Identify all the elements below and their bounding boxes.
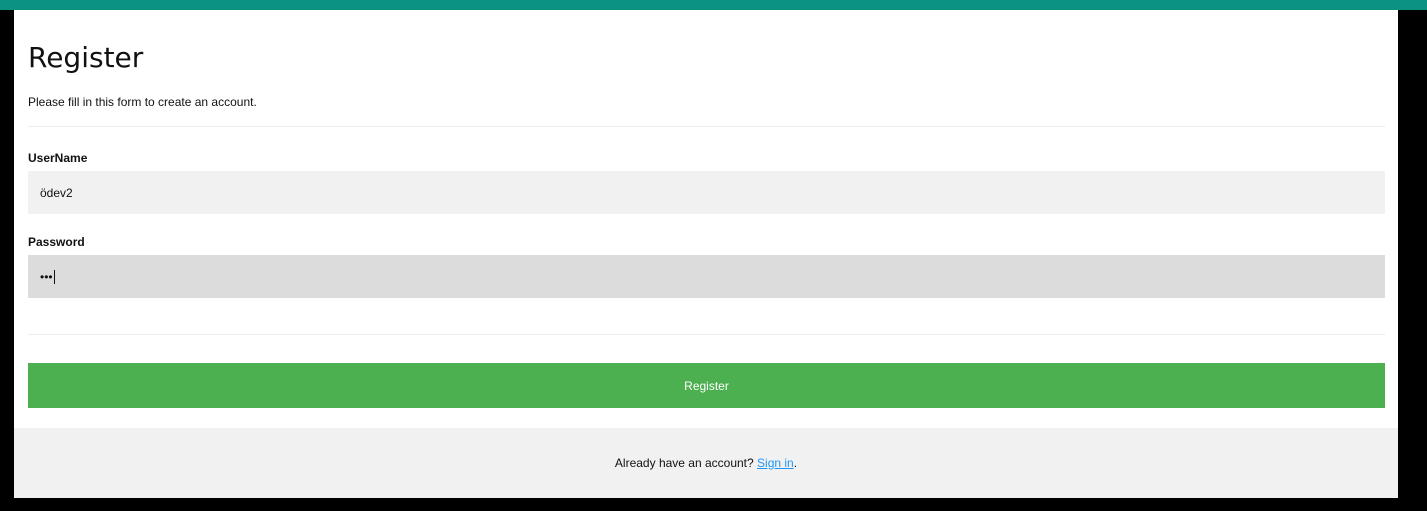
page-title: Register [28, 41, 144, 74]
password-masked-value: ••• [40, 269, 53, 284]
sign-in-link[interactable]: Sign in [757, 456, 794, 470]
footer-trailing-period: . [793, 456, 798, 470]
footer-text: Already have an account? [614, 456, 758, 470]
username-input[interactable] [28, 171, 1385, 214]
form-subtitle: Please fill in this form to create an ac… [28, 95, 257, 109]
text-caret [53, 269, 55, 284]
username-label: UserName [28, 151, 88, 165]
password-input[interactable]: ••• [28, 255, 1385, 298]
register-button[interactable]: Register [28, 363, 1385, 408]
password-label: Password [28, 235, 85, 249]
divider-bottom [28, 334, 1385, 335]
divider-top [28, 126, 1385, 127]
register-card: Register Please fill in this form to cre… [14, 10, 1398, 498]
top-accent-bar [0, 0, 1427, 10]
signin-footer: Already have an account? Sign in. [14, 428, 1398, 498]
